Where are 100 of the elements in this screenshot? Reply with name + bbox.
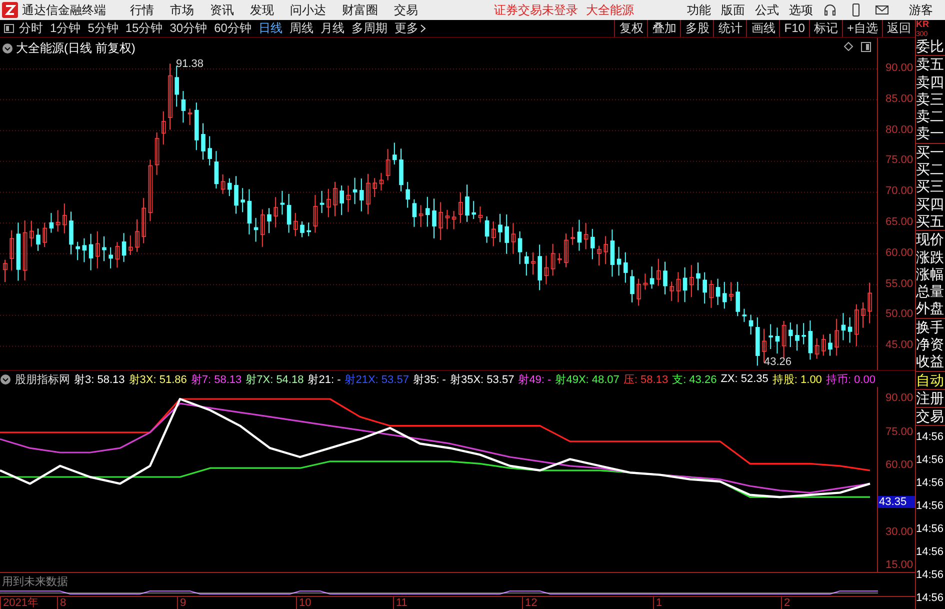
menu-item[interactable]: 资讯: [210, 2, 234, 18]
trade-time: 14:56: [916, 522, 945, 537]
period-tab[interactable]: 15分钟: [125, 20, 163, 37]
toolbar-button[interactable]: 多股: [680, 20, 714, 37]
quote-field-label: 收益: [916, 353, 945, 371]
period-tab[interactable]: 分时: [19, 20, 43, 37]
quote-field-label: 委比: [916, 38, 945, 56]
tool-menu-item[interactable]: 公式: [755, 2, 779, 18]
trade-time: 14:56: [916, 452, 945, 468]
headset-icon[interactable]: [823, 3, 837, 17]
quote-field-label: 净资: [916, 336, 945, 354]
trade-time: 14:56: [916, 476, 945, 491]
quote-field-label: 买五: [916, 212, 945, 230]
user-label[interactable]: 游客: [909, 2, 933, 18]
quote-field-label: 涨跌: [916, 248, 945, 266]
trade-time: 14:56: [916, 430, 945, 445]
future-data-warning: 用到未来数据: [2, 575, 68, 590]
quote-field-label: 卖一: [916, 125, 945, 143]
price-axis-label: 50.00: [885, 308, 913, 320]
period-tab[interactable]: 30分钟: [170, 20, 208, 37]
menu-item[interactable]: 交易: [394, 2, 418, 18]
menu-item[interactable]: 市场: [170, 2, 194, 18]
indicator-value: 射49X: 48.07: [555, 372, 620, 387]
date-axis-label: 9: [177, 597, 186, 609]
toolbar-button[interactable]: 叠加: [647, 20, 680, 37]
period-tab[interactable]: 周线: [289, 20, 314, 37]
toolbar-button[interactable]: 画线: [746, 20, 780, 37]
period-tab[interactable]: 多周期: [351, 20, 388, 37]
toolbar-button[interactable]: +自选: [842, 20, 882, 37]
indicator-axis-label: 15.00: [885, 559, 913, 572]
menu-item[interactable]: 问小达: [290, 2, 326, 18]
menu-item[interactable]: 财富圈: [342, 2, 378, 18]
date-axis-label: 1: [653, 597, 662, 609]
dropdown-icon[interactable]: [0, 374, 11, 385]
quote-field-label: 买三: [916, 178, 945, 196]
period-tab[interactable]: 月线: [320, 20, 344, 37]
indicator-value: 射35X: 53.57: [450, 372, 514, 387]
indicator-axis-label: 90.00: [885, 392, 913, 404]
tool-menu-item[interactable]: 选项: [789, 2, 813, 18]
period-tab[interactable]: 60分钟: [214, 20, 252, 37]
price-axis-label: 85.00: [885, 92, 913, 105]
indicator-value: ZX: 52.35: [720, 373, 768, 386]
indicator-value: 射7: 58.13: [190, 372, 242, 387]
trade-time: 14:56: [916, 498, 945, 514]
stock-name: 大全能源: [586, 2, 634, 18]
diamond-icon[interactable]: [844, 42, 853, 51]
toolbar-button[interactable]: 返回: [882, 20, 915, 37]
quote-field-label: 总量: [916, 283, 945, 300]
menu-item[interactable]: 发现: [250, 2, 274, 18]
quote-field-label: 外盘: [916, 300, 945, 318]
trade-time: 14:56: [916, 590, 945, 606]
toolbar-button[interactable]: 复权: [614, 20, 648, 37]
login-notice[interactable]: 证券交易未登录: [494, 2, 578, 18]
date-axis-label: 10: [296, 597, 312, 609]
panel-toggle-icon[interactable]: [4, 24, 14, 33]
indicator-value: 持股: 1.00: [772, 372, 822, 387]
high-price-label: 91.38: [176, 58, 204, 70]
date-axis-label: 2: [781, 597, 790, 609]
toolbar-button[interactable]: F10: [779, 20, 809, 37]
date-axis-label: 12: [522, 597, 538, 609]
mail-icon[interactable]: [875, 3, 889, 17]
indicator-axis-label: 60.00: [885, 459, 913, 471]
toolbar-button[interactable]: 标记: [808, 20, 842, 37]
period-tab[interactable]: 日线: [258, 20, 282, 37]
app-title: 通达信金融终端: [22, 2, 106, 18]
price-axis-label: 65.00: [885, 216, 913, 228]
price-axis-label: 75.00: [885, 154, 913, 166]
quote-action-button[interactable]: 自动: [916, 370, 945, 390]
quote-field-label: 卖三: [916, 90, 945, 108]
indicator-value: 射3: 58.13: [74, 372, 125, 387]
panel-toggle-icon[interactable]: [861, 42, 871, 52]
price-axis-label: 70.00: [885, 185, 913, 198]
tool-menu-item[interactable]: 功能: [687, 2, 711, 18]
chevron-right-icon[interactable]: [420, 24, 426, 33]
period-tab[interactable]: 5分钟: [88, 20, 118, 37]
quote-field-label: 涨幅: [916, 266, 945, 284]
quote-field-label: 卖四: [916, 74, 945, 91]
indicator-value: 射7X: 54.18: [246, 372, 304, 387]
low-price-label: 43.26: [764, 356, 792, 368]
tool-menu-item[interactable]: 版面: [721, 2, 745, 18]
period-tab[interactable]: 1分钟: [50, 20, 81, 37]
quote-field-label: 卖二: [916, 108, 945, 126]
quote-action-button[interactable]: 交易: [916, 408, 945, 426]
indicator-value: 射21X: 53.57: [344, 372, 409, 387]
indicator-value: 压: 58.13: [623, 372, 668, 387]
quote-field-label: 现价: [916, 230, 945, 249]
more-menu[interactable]: 更多: [394, 20, 418, 37]
trade-time: 14:56: [916, 544, 945, 560]
indicator-value: 射3X: 51.86: [128, 372, 187, 387]
quote-action-button[interactable]: 注册: [916, 390, 945, 408]
dropdown-icon[interactable]: [2, 43, 13, 54]
price-axis-label: 45.00: [885, 339, 913, 352]
indicator-value: 射21: -: [308, 372, 341, 387]
price-axis-label: 60.00: [885, 246, 913, 259]
toolbar-button[interactable]: 统计: [713, 20, 746, 37]
date-axis-label: 8: [57, 597, 66, 609]
chart-title: 大全能源(日线 前复权): [16, 40, 136, 57]
quote-field-label: 买一: [916, 142, 945, 162]
menu-item[interactable]: 行情: [130, 2, 154, 18]
quote-field-label: 买四: [916, 196, 945, 213]
